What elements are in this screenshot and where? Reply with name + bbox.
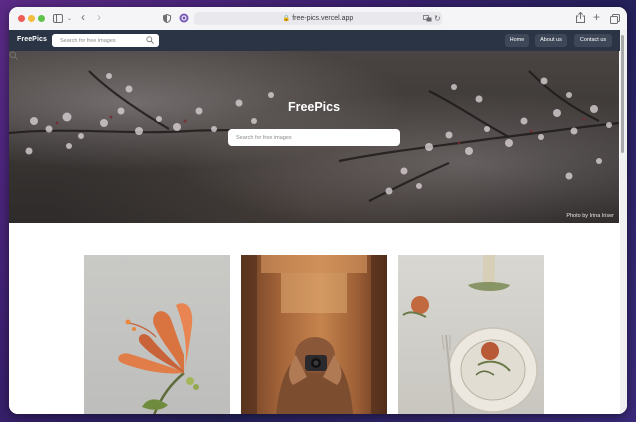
search-icon[interactable] [146, 36, 154, 44]
address-bar[interactable]: 🔒 free-pics.vercel.app [194, 12, 442, 25]
web-page: FreePics Home About us Contact us [9, 30, 627, 414]
shield-icon[interactable] [163, 14, 171, 23]
search-icon[interactable] [9, 51, 18, 60]
table-setting-plate-photo-icon [402, 255, 538, 414]
extension-icon[interactable] [179, 13, 189, 23]
browser-window: ⌄ ‹ › 🔒 free-pics.vercel.app ↻ + FreePic… [9, 7, 627, 414]
minimize-window-button[interactable] [28, 15, 35, 22]
share-icon[interactable] [576, 12, 585, 23]
sidebar-toggle-icon[interactable] [53, 14, 63, 23]
hero-banner: FreePics Photo by Irina Iriser [9, 51, 619, 223]
gallery-image-table-setting[interactable] [398, 255, 544, 414]
reload-icon[interactable]: ↻ [434, 14, 441, 24]
photographer-in-hijab-photo-icon [241, 255, 387, 414]
nav-home-button[interactable]: Home [505, 34, 529, 47]
close-window-button[interactable] [18, 15, 25, 22]
translate-icon[interactable] [423, 15, 432, 22]
site-logo[interactable]: FreePics [17, 36, 47, 43]
orange-flower-photo-icon [118, 303, 199, 414]
lock-icon: 🔒 [282, 16, 291, 22]
hero-search-input[interactable] [228, 129, 400, 146]
hero-title: FreePics [287, 100, 341, 114]
url-text: free-pics.vercel.app [292, 15, 354, 22]
nav-about-button[interactable]: About us [535, 34, 567, 47]
zoom-window-button[interactable] [38, 15, 45, 22]
back-arrow-icon[interactable]: ‹ [81, 11, 85, 23]
sidebar-dropdown-chevron-icon[interactable]: ⌄ [67, 14, 72, 24]
navbar-search-input[interactable] [52, 34, 159, 47]
browser-toolbar: ⌄ ‹ › 🔒 free-pics.vercel.app ↻ + [9, 7, 627, 31]
new-tab-plus-icon[interactable]: + [593, 11, 600, 23]
gallery-image-orange-flower[interactable] [84, 255, 230, 414]
gallery-image-photographer[interactable] [241, 255, 387, 414]
forward-arrow-icon[interactable]: › [97, 11, 101, 23]
photo-credit[interactable]: Photo by Irina Iriser [566, 213, 614, 219]
scrollbar-thumb[interactable] [621, 35, 624, 153]
site-navbar: FreePics Home About us Contact us [9, 30, 627, 51]
tab-overview-icon[interactable] [610, 14, 620, 24]
page-scrollbar[interactable] [620, 30, 627, 414]
nav-contact-button[interactable]: Contact us [574, 34, 612, 47]
